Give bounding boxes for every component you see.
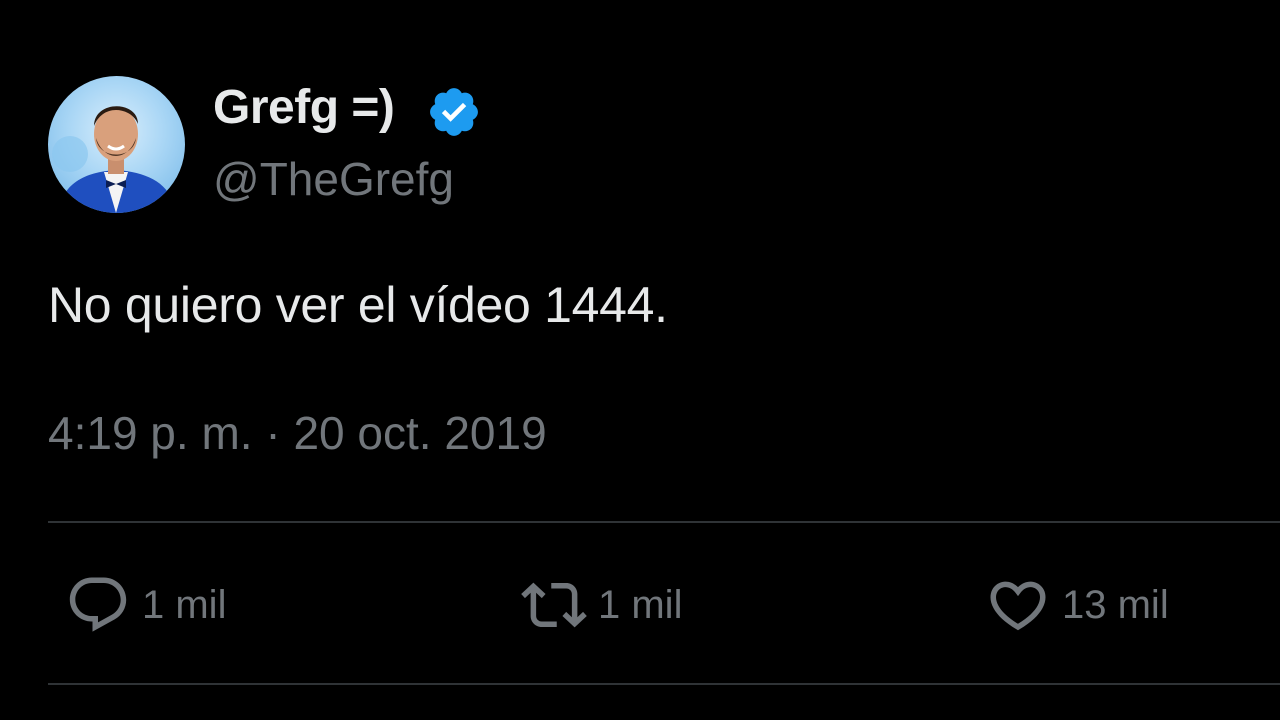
divider bbox=[48, 521, 1280, 523]
like-button[interactable]: 13 mil bbox=[984, 572, 1169, 638]
tweet-card: Grefg =) @TheGrefg No quiero ver el víde… bbox=[0, 0, 1280, 720]
tweet-timestamp: 4:19 p. m. · 20 oct. 2019 bbox=[48, 406, 547, 460]
meta-separator: · bbox=[252, 407, 294, 459]
tweet-time[interactable]: 4:19 p. m. bbox=[48, 407, 253, 459]
reply-icon bbox=[64, 572, 132, 638]
heart-icon bbox=[984, 572, 1052, 638]
retweet-count: 1 mil bbox=[598, 582, 683, 627]
like-count: 13 mil bbox=[1062, 582, 1169, 627]
tweet-date[interactable]: 20 oct. 2019 bbox=[293, 407, 546, 459]
profile-photo bbox=[52, 106, 176, 213]
reply-button[interactable]: 1 mil bbox=[64, 572, 226, 638]
author-handle[interactable]: @TheGrefg bbox=[213, 152, 454, 206]
author-display-name[interactable]: Grefg =) bbox=[213, 80, 395, 135]
retweet-icon bbox=[520, 572, 588, 638]
retweet-button[interactable]: 1 mil bbox=[520, 572, 682, 638]
divider bbox=[48, 683, 1280, 685]
reply-count: 1 mil bbox=[142, 582, 227, 627]
verified-badge-icon bbox=[430, 88, 478, 136]
tweet-text: No quiero ver el vídeo 1444. bbox=[48, 277, 668, 333]
avatar[interactable] bbox=[48, 76, 185, 213]
